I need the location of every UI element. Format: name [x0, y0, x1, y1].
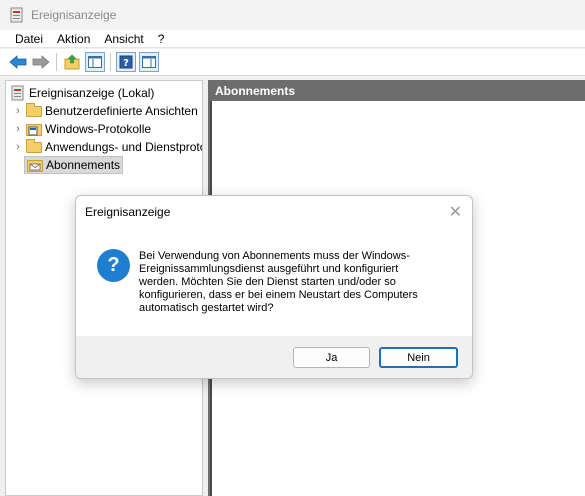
back-button[interactable]	[8, 52, 28, 72]
tree-root-label: Ereignisanzeige (Lokal)	[29, 86, 155, 100]
toolbar-separator	[56, 53, 57, 71]
yes-button[interactable]: Ja	[293, 347, 370, 368]
event-viewer-icon	[10, 85, 26, 101]
tree-item-label: Abonnements	[46, 158, 121, 172]
help-button[interactable]: ?	[116, 52, 136, 72]
chevron-right-icon[interactable]: ›	[12, 141, 24, 153]
menu-ansicht[interactable]: Ansicht	[97, 32, 150, 46]
toolbar-separator	[110, 53, 111, 71]
tree-item-label: Anwendungs- und Dienstprotokolle	[45, 140, 202, 154]
dialog-title: Ereignisanzeige	[85, 205, 171, 219]
confirm-dialog: Ereignisanzeige ✕ ? Bei Verwendung von A…	[75, 195, 473, 379]
menu-help[interactable]: ?	[151, 32, 172, 46]
tree-root[interactable]: Ereignisanzeige (Lokal)	[10, 84, 154, 102]
help-book-icon: ?	[119, 55, 133, 69]
folder-icon	[26, 139, 42, 155]
question-icon: ?	[97, 249, 130, 282]
folder-up-icon	[64, 54, 80, 70]
window-title: Ereignisanzeige	[31, 8, 117, 22]
toolbar: ?	[0, 49, 585, 76]
menu-aktion[interactable]: Aktion	[50, 32, 97, 46]
forward-button[interactable]	[31, 52, 51, 72]
up-folder-button[interactable]	[62, 52, 82, 72]
result-pane-header: Abonnements	[210, 80, 585, 101]
show-action-pane-button[interactable]	[139, 52, 159, 72]
close-icon[interactable]: ✕	[449, 202, 462, 222]
tree-item-subscriptions[interactable]: Abonnements	[24, 156, 124, 174]
back-arrow-icon	[9, 55, 27, 69]
title-bar: Ereignisanzeige	[0, 0, 585, 30]
tree-item-windows-logs[interactable]: › Windows-Protokolle	[12, 120, 151, 138]
chevron-right-icon[interactable]: ›	[12, 105, 24, 117]
menu-bar: Datei Aktion Ansicht ?	[0, 30, 585, 48]
tree-item-selection: Abonnements	[24, 156, 124, 174]
show-hide-console-tree-button[interactable]	[85, 52, 105, 72]
subscription-folder-icon	[27, 157, 43, 173]
tree-item-app-service-logs[interactable]: › Anwendungs- und Dienstprotokolle	[12, 138, 202, 156]
tree-item-custom-views[interactable]: › Benutzerdefinierte Ansichten	[12, 102, 198, 120]
chevron-right-icon[interactable]: ›	[12, 123, 24, 135]
svg-text:?: ?	[123, 58, 129, 69]
log-folder-icon	[26, 121, 42, 137]
event-viewer-app-icon	[9, 7, 25, 23]
menu-datei[interactable]: Datei	[9, 32, 50, 46]
forward-arrow-icon	[32, 55, 50, 69]
folder-icon	[26, 103, 42, 119]
action-pane-icon	[142, 56, 156, 68]
console-tree-icon	[88, 56, 102, 68]
tree-item-label: Benutzerdefinierte Ansichten	[45, 104, 198, 118]
dialog-message: Bei Verwendung von Abonnements muss der …	[139, 250, 418, 314]
dialog-button-bar: Ja Nein	[76, 336, 472, 378]
no-button[interactable]: Nein	[379, 347, 458, 368]
tree-item-label: Windows-Protokolle	[45, 122, 152, 136]
